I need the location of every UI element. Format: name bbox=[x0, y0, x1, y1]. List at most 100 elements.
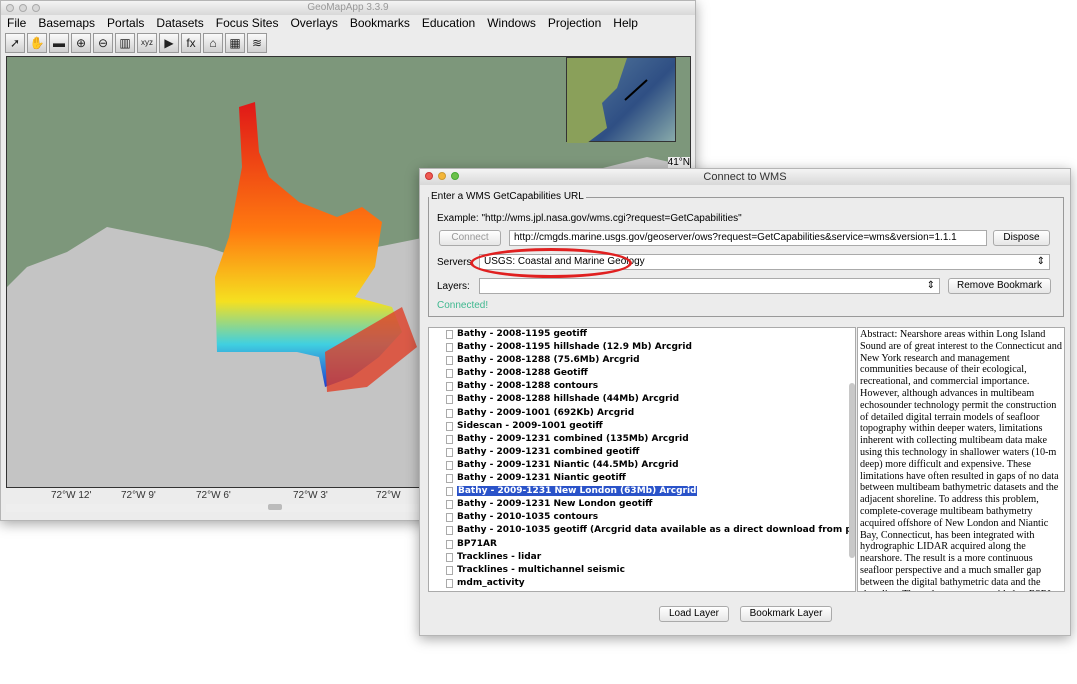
title-bar: GeoMapApp 3.3.9 bbox=[1, 1, 695, 15]
longitude-tick-label: 72°W 6' bbox=[196, 490, 231, 501]
function-icon[interactable]: fx bbox=[181, 33, 201, 53]
save-icon[interactable]: ▬ bbox=[49, 33, 69, 53]
close-button[interactable] bbox=[425, 172, 433, 180]
connect-button[interactable]: Connect bbox=[439, 230, 501, 246]
document-icon bbox=[446, 330, 453, 339]
document-icon bbox=[446, 369, 453, 379]
bookmark-layer-button[interactable]: Bookmark Layer bbox=[740, 606, 832, 622]
menu-file[interactable]: File bbox=[7, 15, 26, 32]
document-icon bbox=[446, 356, 453, 366]
menu-projection[interactable]: Projection bbox=[548, 15, 601, 32]
connection-status: Connected! bbox=[437, 300, 489, 311]
layers-icon[interactable]: ≋ bbox=[247, 33, 267, 53]
dispose-button[interactable]: Dispose bbox=[993, 230, 1050, 246]
menu-portals[interactable]: Portals bbox=[107, 15, 144, 32]
menu-help[interactable]: Help bbox=[613, 15, 638, 32]
document-icon bbox=[446, 408, 453, 418]
menu-datasets[interactable]: Datasets bbox=[156, 15, 203, 32]
longitude-tick-label: 72°W bbox=[376, 490, 401, 501]
document-icon bbox=[446, 578, 453, 588]
menu-bookmarks[interactable]: Bookmarks bbox=[350, 15, 410, 32]
longitude-tick-label: 72°W 12' bbox=[51, 490, 92, 501]
document-icon bbox=[446, 526, 453, 536]
vertical-scrollbar[interactable] bbox=[849, 383, 855, 558]
layer-list-item[interactable]: Bathy - 2009-1231 combined (135Mb) Arcgr… bbox=[429, 433, 855, 446]
load-layer-button[interactable]: Load Layer bbox=[659, 606, 729, 622]
zoom-out-icon[interactable]: ⊖ bbox=[93, 33, 113, 53]
layer-list-item[interactable]: BP71AR bbox=[429, 538, 855, 551]
graph-icon[interactable]: ▥ bbox=[115, 33, 135, 53]
menu-focus-sites[interactable]: Focus Sites bbox=[216, 15, 279, 32]
document-icon bbox=[446, 539, 453, 549]
document-icon bbox=[446, 343, 453, 353]
document-icon bbox=[446, 447, 453, 457]
layer-list-item[interactable]: Bathy - 2009-1231 Niantic (44.5Mb) Arcgr… bbox=[429, 459, 855, 472]
longitude-tick-label: 72°W 3' bbox=[293, 490, 328, 501]
minimize-button[interactable] bbox=[438, 172, 446, 180]
play-icon[interactable]: ▶ bbox=[159, 33, 179, 53]
grid-icon[interactable]: ▦ bbox=[225, 33, 245, 53]
servers-label: Servers: bbox=[437, 257, 475, 268]
layer-list-item[interactable]: Bathy - 2009-1231 New London geotiff bbox=[429, 498, 855, 511]
longitude-tick-label: 72°W 9' bbox=[121, 490, 156, 501]
zoom-in-icon[interactable]: ⊕ bbox=[71, 33, 91, 53]
menu-basemaps[interactable]: Basemaps bbox=[38, 15, 95, 32]
layer-list-item[interactable]: Bathy - 2008-1195 geotiff bbox=[429, 328, 855, 341]
layer-list-item[interactable]: Bathy - 2009-1231 Niantic geotiff bbox=[429, 472, 855, 485]
layers-label: Layers: bbox=[437, 281, 470, 292]
document-icon bbox=[446, 460, 453, 470]
layer-list-item[interactable]: Bathy - 2008-1195 hillshade (12.9 Mb) Ar… bbox=[429, 341, 855, 354]
menu-windows[interactable]: Windows bbox=[487, 15, 536, 32]
layer-list-item[interactable]: Bathy - 2010-1035 contours bbox=[429, 511, 855, 524]
layer-list-item[interactable]: Bathy - 2010-1035 geotiff (Arcgrid data … bbox=[429, 524, 855, 537]
menu-bar: File Basemaps Portals Datasets Focus Sites Ov… bbox=[1, 15, 695, 32]
document-icon bbox=[446, 500, 453, 510]
layer-list-item[interactable]: Tracklines - multichannel seismic bbox=[429, 564, 855, 577]
layer-list-item[interactable]: Sidescan - 2009-1001 geotiff bbox=[429, 420, 855, 433]
hand-pan-icon[interactable]: ✋ bbox=[27, 33, 47, 53]
document-icon bbox=[446, 552, 453, 562]
layer-list-item[interactable]: Bathy - 2008-1288 Geotiff bbox=[429, 367, 855, 380]
layer-list-item[interactable]: mdm_activity bbox=[429, 577, 855, 590]
zoom-button[interactable] bbox=[451, 172, 459, 180]
dialog-title-bar: Connect to WMS bbox=[420, 169, 1070, 185]
profile-icon[interactable]: ⌂ bbox=[203, 33, 223, 53]
arrow-select-icon[interactable]: ➚ bbox=[5, 33, 25, 53]
layer-list-item[interactable]: Bathy - 2008-1288 (75.6Mb) Arcgrid bbox=[429, 354, 855, 367]
document-icon bbox=[446, 487, 453, 497]
dialog-title: Connect to WMS bbox=[703, 171, 787, 183]
layer-list[interactable]: Bathy - 2008-1195 geotiff Bathy - 2008-11… bbox=[428, 327, 856, 592]
url-input[interactable]: http://cmgds.marine.usgs.gov/geoserver/o… bbox=[509, 230, 987, 246]
document-icon bbox=[446, 395, 453, 405]
layer-list-item[interactable]: Bathy - 2009-1231 combined geotiff bbox=[429, 446, 855, 459]
document-icon bbox=[446, 421, 453, 431]
toolbar: ➚ ✋ ▬ ⊕ ⊖ ▥ xyz ▶ fx ⌂ ▦ ≋ bbox=[1, 32, 695, 54]
layer-abstract: Abstract: Nearshore areas within Long Is… bbox=[857, 327, 1065, 592]
close-button[interactable] bbox=[6, 4, 14, 12]
document-icon bbox=[446, 434, 453, 444]
highlight-ellipse bbox=[470, 248, 632, 278]
example-text: Example: "http://wms.jpl.nasa.gov/wms.cg… bbox=[437, 213, 742, 224]
menu-education[interactable]: Education bbox=[422, 15, 475, 32]
window-title: GeoMapApp 3.3.9 bbox=[307, 2, 389, 13]
remove-bookmark-button[interactable]: Remove Bookmark bbox=[948, 278, 1051, 294]
document-icon bbox=[446, 382, 453, 392]
zoom-button[interactable] bbox=[32, 4, 40, 12]
layer-list-item[interactable]: Bathy - 2008-1288 hillshade (44Mb) Arcgr… bbox=[429, 393, 855, 406]
xyz-icon[interactable]: xyz bbox=[137, 33, 157, 53]
layers-select[interactable]: ⇕ bbox=[479, 278, 940, 294]
select-arrows-icon: ⇕ bbox=[926, 280, 935, 291]
layer-list-item[interactable]: Tracklines - lidar bbox=[429, 551, 855, 564]
minimize-button[interactable] bbox=[19, 4, 27, 12]
select-arrows-icon: ⇕ bbox=[1036, 256, 1045, 267]
connect-to-wms-dialog: Connect to WMS Enter a WMS GetCapabiliti… bbox=[419, 168, 1071, 636]
group-title: Enter a WMS GetCapabilities URL bbox=[429, 191, 586, 202]
document-icon bbox=[446, 513, 453, 523]
layer-list-item[interactable]: Bathy - 2009-1001 (692Kb) Arcgrid bbox=[429, 407, 855, 420]
menu-overlays[interactable]: Overlays bbox=[290, 15, 337, 32]
layer-list-item[interactable]: Bathy - 2008-1288 contours bbox=[429, 380, 855, 393]
layer-list-item[interactable]: Bathy - 2009-1231 New London (63Mb) Arcg… bbox=[429, 485, 855, 498]
overview-inset-map[interactable] bbox=[566, 57, 676, 143]
document-icon bbox=[446, 474, 453, 484]
location-arrow bbox=[624, 79, 648, 101]
